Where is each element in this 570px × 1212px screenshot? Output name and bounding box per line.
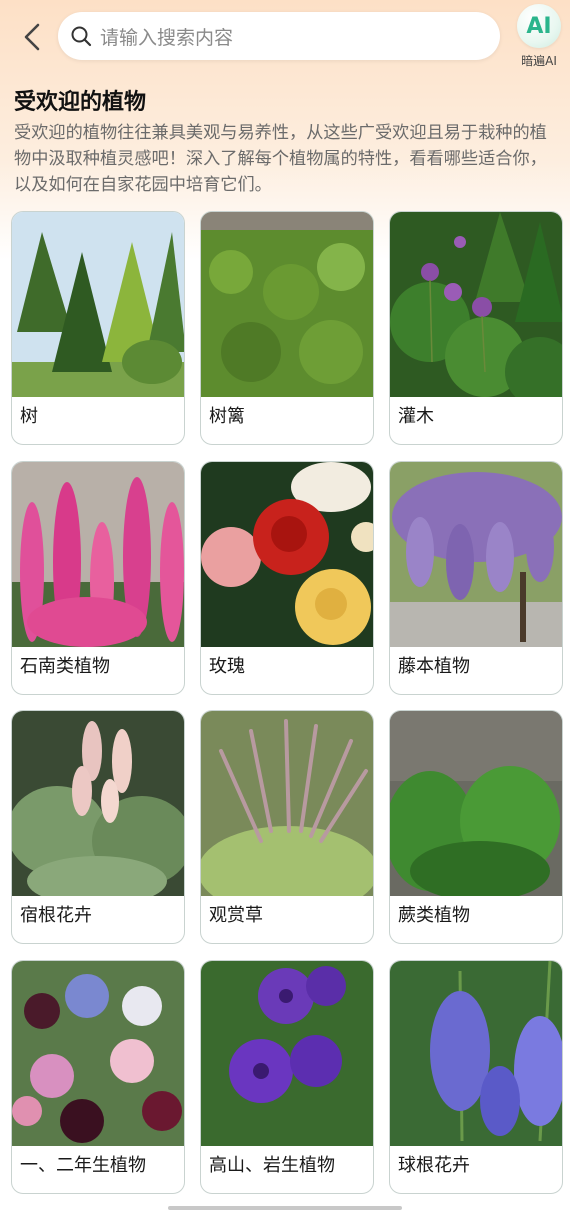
plant-card-label: 一、二年生植物 [20,1155,146,1176]
plant-card-label: 树 [20,406,38,427]
ai-assistant-button[interactable]: AI 暗遍AI [514,4,564,70]
back-arrow-icon [24,23,40,51]
plant-card-label: 灌木 [398,406,434,427]
plant-card-bulb[interactable]: 球根花卉 [389,960,563,1194]
hedge-photo [201,212,373,397]
top-bar: 请输入搜索内容 AI 暗遍AI [0,0,570,72]
search-input[interactable]: 请输入搜索内容 [100,23,233,50]
annual-photo [12,961,184,1146]
plant-card-perennial[interactable]: 宿根花卉 [11,710,185,944]
plant-card-heather[interactable]: 石南类植物 [11,461,185,695]
plant-card-grass[interactable]: 观赏草 [200,710,374,944]
search-bar[interactable]: 请输入搜索内容 [58,12,500,60]
fern-photo [390,711,562,896]
heather-photo [12,462,184,647]
plant-card-rose[interactable]: 玫瑰 [200,461,374,695]
ai-label: 暗遍AI [521,54,557,68]
wisteria-photo [390,462,562,647]
back-button[interactable] [18,20,48,54]
shrub-photo [390,212,562,397]
bulb-photo [390,961,562,1146]
alpine-photo [201,961,373,1146]
plant-card-label: 球根花卉 [398,1155,470,1176]
plant-card-label: 石南类植物 [20,656,110,677]
plant-card-shrub[interactable]: 灌木 [389,211,563,445]
plant-card-label: 宿根花卉 [20,905,92,926]
plant-card-alpine[interactable]: 高山、岩生植物 [200,960,374,1194]
plant-card-tree[interactable]: 树 [11,211,185,445]
plant-card-climber[interactable]: 藤本植物 [389,461,563,695]
plant-card-annual[interactable]: 一、二年生植物 [11,960,185,1194]
plant-card-label: 高山、岩生植物 [209,1155,335,1176]
perennial-photo [12,711,184,896]
section-title: 受欢迎的植物 [14,90,147,115]
plant-card-label: 玫瑰 [209,656,245,677]
tree-photo [12,212,184,397]
plant-card-label: 观赏草 [209,905,263,926]
ai-icon: AI [517,4,561,48]
rose-photo [201,462,373,647]
plant-card-hedge[interactable]: 树篱 [200,211,374,445]
ornamental-grass-photo [201,711,373,896]
search-icon [71,26,92,47]
plant-card-label: 藤本植物 [398,656,470,677]
plant-card-label: 蕨类植物 [398,905,470,926]
section-description: 受欢迎的植物往往兼具美观与易养性，从这些广受欢迎且易于栽种的植物中汲取种植灵感吧… [14,123,547,195]
plant-card-label: 树篱 [209,406,245,427]
plant-card-fern[interactable]: 蕨类植物 [389,710,563,944]
home-indicator [168,1206,402,1210]
